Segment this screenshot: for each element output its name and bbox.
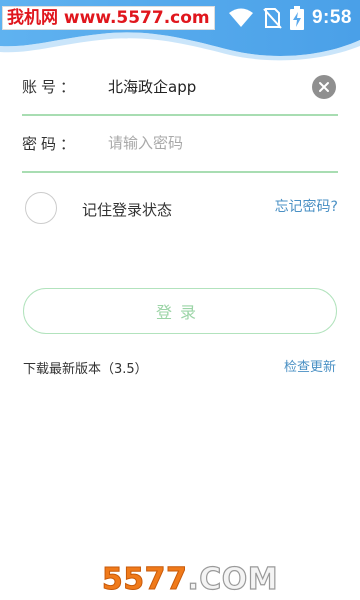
logo-domain: .COM <box>187 561 279 597</box>
close-icon <box>319 82 329 92</box>
remember-checkbox[interactable] <box>25 192 57 224</box>
remember-label: 记住登录状态 <box>82 201 173 219</box>
password-label: 密码： <box>22 135 80 153</box>
account-label: 账号： <box>22 78 80 96</box>
version-row: 下载最新版本（3.5） 检查更新 <box>22 356 338 378</box>
logo-number: 5577 <box>101 561 188 597</box>
version-text: 下载最新版本（3.5） <box>23 362 148 377</box>
clear-account-button[interactable] <box>312 75 336 99</box>
status-bar: 我机网 www.5577.com 9:58 <box>0 0 360 62</box>
forgot-password-link[interactable]: 忘记密码? <box>275 196 338 216</box>
remember-row: 记住登录状态 忘记密码? <box>22 190 338 226</box>
account-input[interactable]: 北海政企app <box>108 76 288 97</box>
site-logo: 5577 .COM <box>100 560 280 598</box>
check-update-link[interactable]: 检查更新 <box>284 356 336 375</box>
password-input[interactable] <box>108 133 288 153</box>
no-sim-icon <box>263 8 282 29</box>
password-field: 密码： <box>22 115 338 173</box>
login-button[interactable]: 登录 <box>23 288 337 334</box>
account-field: 账号： 北海政企app <box>22 58 338 116</box>
status-icons: 9:58 <box>228 4 352 32</box>
wifi-icon <box>228 8 253 27</box>
battery-charging-icon <box>289 6 304 30</box>
status-time: 9:58 <box>311 7 352 28</box>
watermark-label: 我机网 www.5577.com <box>2 6 215 30</box>
